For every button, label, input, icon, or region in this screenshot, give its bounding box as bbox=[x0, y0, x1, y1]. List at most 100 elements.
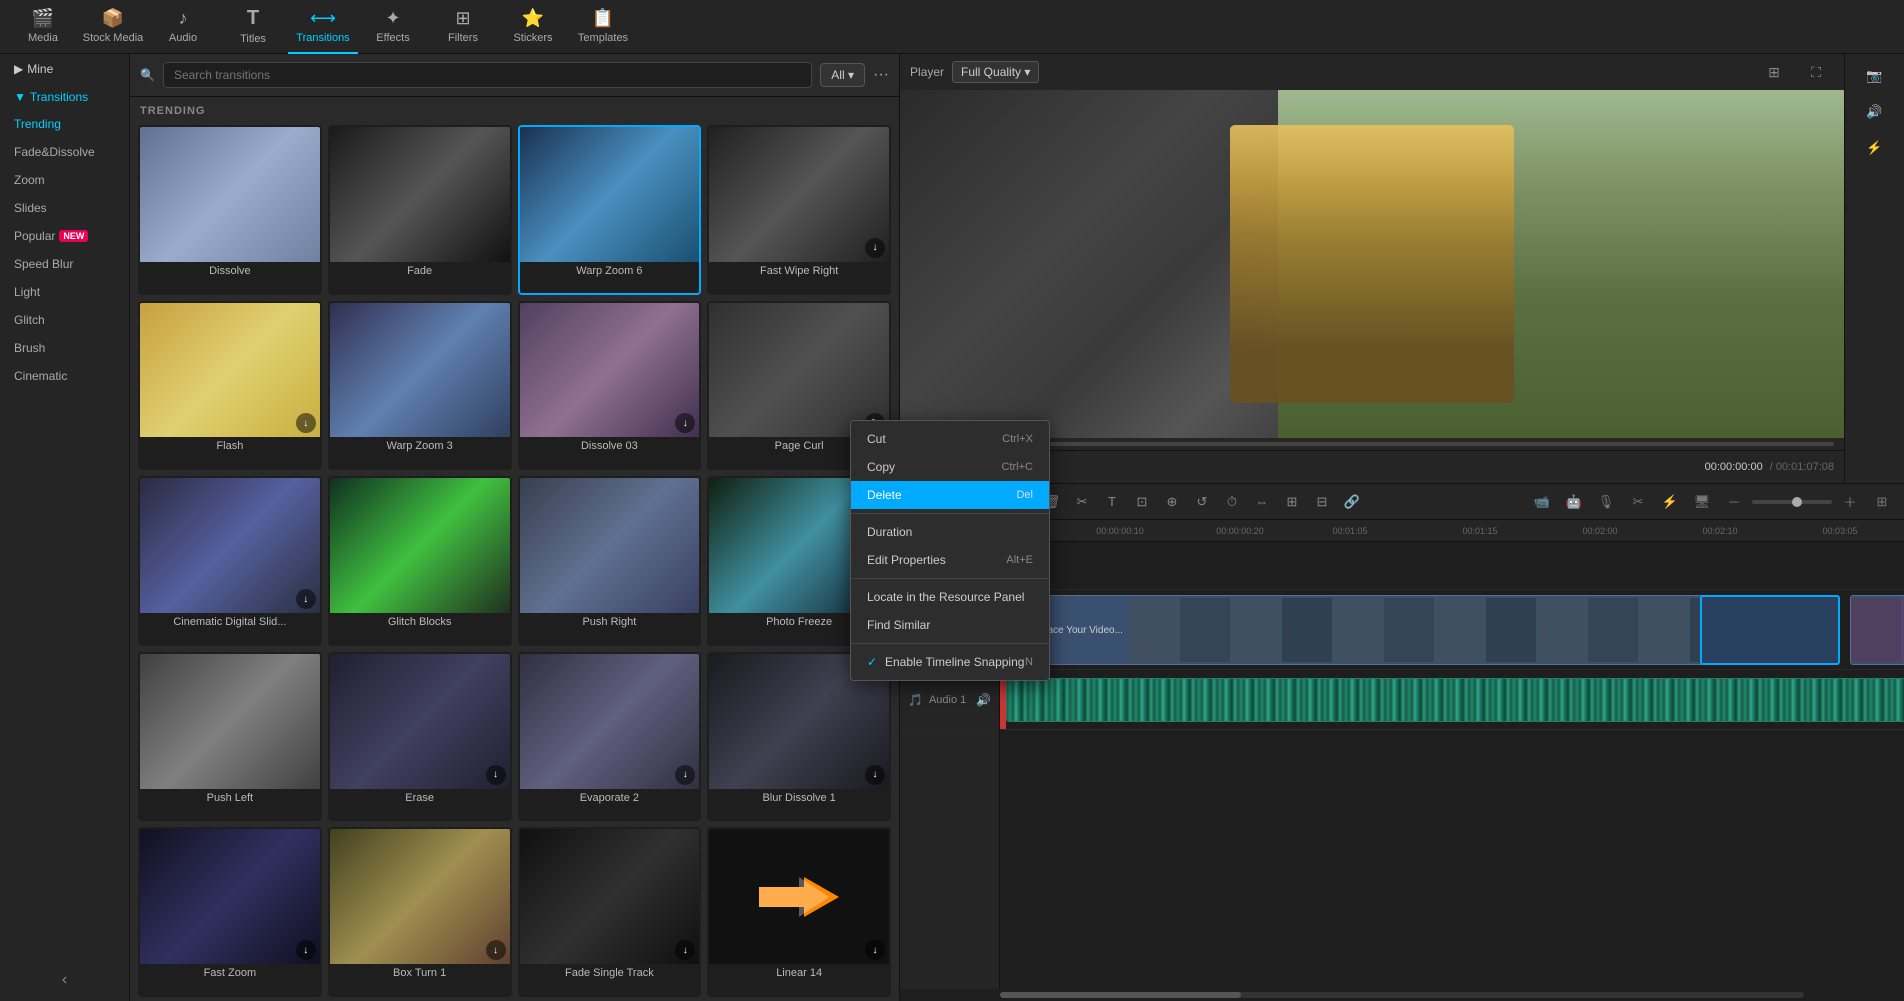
timeline-scroll[interactable]: 00:00:00:10 00:00:00:20 00:01:05 00:01:1… bbox=[1000, 520, 1904, 989]
more1-btn[interactable]: ⊕ bbox=[1159, 489, 1185, 515]
zoom-in-btn[interactable]: ＋ bbox=[1836, 488, 1864, 516]
ctx-findsimilar[interactable]: Find Similar bbox=[851, 611, 1049, 639]
zoom-slider[interactable] bbox=[1752, 500, 1832, 504]
speed2-btn[interactable]: ⚡ bbox=[1656, 488, 1684, 516]
transition-fastzoom[interactable]: ↓ Fast Zoom bbox=[138, 827, 322, 997]
quality-selector[interactable]: Full Quality ▾ bbox=[952, 61, 1039, 83]
clip-video1-second[interactable] bbox=[1850, 595, 1904, 665]
h-scrollbar-thumb[interactable] bbox=[1000, 992, 1241, 998]
toolbar-audio[interactable]: ♪ Audio bbox=[148, 0, 218, 54]
thumb-cinematic: ↓ bbox=[140, 478, 320, 613]
filter-dropdown[interactable]: All ▾ bbox=[820, 63, 865, 87]
toolbar-titles[interactable]: T Titles bbox=[218, 0, 288, 54]
toolbar-templates[interactable]: 📋 Templates bbox=[568, 0, 638, 54]
search-input[interactable] bbox=[163, 62, 812, 88]
transition-fade[interactable]: Fade bbox=[328, 125, 512, 295]
ctx-duration[interactable]: Duration bbox=[851, 518, 1049, 546]
clip-audio1[interactable] bbox=[1006, 678, 1904, 722]
transition-linear14[interactable]: ↓ Linear 14 bbox=[707, 827, 891, 997]
transition-pushright[interactable]: Push Right bbox=[518, 476, 702, 646]
more2-btn[interactable]: ↺ bbox=[1189, 489, 1215, 515]
ai-btn[interactable]: 🤖 bbox=[1560, 488, 1588, 516]
cut2-btn[interactable]: ✂ bbox=[1624, 488, 1652, 516]
toolbar-filters[interactable]: ⊞ Filters bbox=[428, 0, 498, 54]
toolbar-effects[interactable]: ✦ Effects bbox=[358, 0, 428, 54]
left-panel: ▶ Mine ▼ Transitions Trending Fade&Disso… bbox=[0, 54, 130, 1001]
sidebar-item-trending[interactable]: Trending bbox=[0, 110, 129, 138]
transition-fastwipe[interactable]: ↓ Fast Wipe Right bbox=[707, 125, 891, 295]
transition-warpzoom3[interactable]: Warp Zoom 3 bbox=[328, 301, 512, 471]
zoom-out-btn[interactable]: － bbox=[1720, 488, 1748, 516]
ctx-copy[interactable]: Copy Ctrl+C bbox=[851, 453, 1049, 481]
track-mute-icon[interactable]: 🔊 bbox=[976, 693, 991, 707]
ctx-editprops[interactable]: Edit Properties Alt+E bbox=[851, 546, 1049, 574]
sidebar-item-popular[interactable]: Popular NEW bbox=[0, 222, 129, 250]
grid-btn[interactable]: ⊞ bbox=[1868, 488, 1896, 516]
sidebar-item-zoom[interactable]: Zoom bbox=[0, 166, 129, 194]
ctx-locate[interactable]: Locate in the Resource Panel bbox=[851, 583, 1049, 611]
cut-btn[interactable]: ✂ bbox=[1069, 489, 1095, 515]
ctx-sep2 bbox=[851, 578, 1049, 579]
screenshot-btn[interactable]: 📷 bbox=[1861, 62, 1889, 90]
transition-boxturn[interactable]: ↓ Box Turn 1 bbox=[328, 827, 512, 997]
left-panel-mine[interactable]: ▶ Mine bbox=[0, 54, 129, 84]
clock-btn[interactable]: ⏱ bbox=[1219, 489, 1245, 515]
move1-btn[interactable]: ⊞ bbox=[1279, 489, 1305, 515]
transition-dissolve03[interactable]: ↓ Dissolve 03 bbox=[518, 301, 702, 471]
fit-icon-btn[interactable]: ⊞ bbox=[1756, 58, 1792, 86]
transition-pushleft[interactable]: Push Left bbox=[138, 652, 322, 822]
ctx-snapping[interactable]: ✓ Enable Timeline Snapping N bbox=[851, 648, 1049, 676]
time-display: 00:00:00:00 / 00:01:07:08 bbox=[1705, 461, 1834, 473]
transition-warpzoom6[interactable]: Warp Zoom 6 bbox=[518, 125, 702, 295]
sidebar-item-speedblur[interactable]: Speed Blur bbox=[0, 250, 129, 278]
clip-selected[interactable] bbox=[1700, 595, 1840, 665]
sidebar-item-glitch[interactable]: Glitch bbox=[0, 306, 129, 334]
ctx-cut[interactable]: Cut Ctrl+X bbox=[851, 425, 1049, 453]
sidebar-item-slides[interactable]: Slides bbox=[0, 194, 129, 222]
toolbar-stock[interactable]: 📦 Stock Media bbox=[78, 0, 148, 54]
sidebar-item-fade[interactable]: Fade&Dissolve bbox=[0, 138, 129, 166]
ruler-4: 00:01:15 bbox=[1462, 526, 1497, 536]
add-video-track-btn[interactable]: 📹 bbox=[1528, 488, 1556, 516]
thumb-fastzoom: ↓ bbox=[140, 829, 320, 964]
crop-btn[interactable]: ⊡ bbox=[1129, 489, 1155, 515]
thumb-dissolve03: ↓ bbox=[520, 303, 700, 438]
sidebar-item-light[interactable]: Light bbox=[0, 278, 129, 306]
left-panel-transitions-group[interactable]: ▼ Transitions bbox=[0, 84, 129, 110]
screen-btn[interactable]: 🖥 bbox=[1688, 488, 1716, 516]
transition-erase[interactable]: ↓ Erase bbox=[328, 652, 512, 822]
transition-glitch[interactable]: Glitch Blocks bbox=[328, 476, 512, 646]
mic-btn[interactable]: 🎙 bbox=[1592, 488, 1620, 516]
timeline-tracks: 00:00:00:10 00:00:00:20 00:01:05 00:01:1… bbox=[1000, 520, 1904, 989]
toolbar-transitions[interactable]: ⟷ Transitions bbox=[288, 0, 358, 54]
link-btn[interactable]: 🔗 bbox=[1339, 489, 1365, 515]
toolbar-stickers[interactable]: ⭐ Stickers bbox=[498, 0, 568, 54]
adj-btn[interactable]: ⇔ bbox=[1249, 489, 1275, 515]
transition-cinematic[interactable]: ↓ Cinematic Digital Slid... bbox=[138, 476, 322, 646]
speed-btn[interactable]: ⚡ bbox=[1861, 134, 1889, 162]
more-options-btn[interactable]: ··· bbox=[873, 66, 889, 84]
track-audio1 bbox=[1000, 670, 1904, 730]
top-toolbar: 🎬 Media 📦 Stock Media ♪ Audio T Titles ⟷… bbox=[0, 0, 1904, 54]
thumb-strip-7 bbox=[1435, 598, 1485, 662]
sidebar-item-brush[interactable]: Brush bbox=[0, 334, 129, 362]
transition-evaporate2[interactable]: ↓ Evaporate 2 bbox=[518, 652, 702, 822]
timeline-right-controls: 📹 🤖 🎙 ✂ ⚡ 🖥 － ＋ ⊞ bbox=[1528, 488, 1896, 516]
move2-btn[interactable]: ⊟ bbox=[1309, 489, 1335, 515]
player-container: Player Full Quality ▾ ⊞ ⛶ bbox=[900, 54, 1844, 483]
player-right-panel: 📷 🔊 ⚡ bbox=[1844, 54, 1904, 483]
transition-flash[interactable]: ↓ Flash bbox=[138, 301, 322, 471]
left-panel-collapse-btn[interactable]: ‹ bbox=[52, 967, 78, 993]
fullscreen-btn[interactable]: ⛶ bbox=[1798, 58, 1834, 86]
thumb-fade bbox=[330, 127, 510, 262]
zoom-thumb[interactable] bbox=[1792, 497, 1802, 507]
text-btn[interactable]: T bbox=[1099, 489, 1125, 515]
toolbar-media[interactable]: 🎬 Media bbox=[8, 0, 78, 54]
transition-fadesingle[interactable]: ↓ Fade Single Track bbox=[518, 827, 702, 997]
transition-dissolve[interactable]: Dissolve bbox=[138, 125, 322, 295]
volume-btn[interactable]: 🔊 bbox=[1861, 98, 1889, 126]
sidebar-item-cinematic[interactable]: Cinematic bbox=[0, 362, 129, 390]
h-scrollbar-track[interactable] bbox=[1000, 992, 1804, 998]
media-icon: 🎬 bbox=[32, 8, 54, 29]
ctx-delete[interactable]: Delete Del bbox=[851, 481, 1049, 509]
